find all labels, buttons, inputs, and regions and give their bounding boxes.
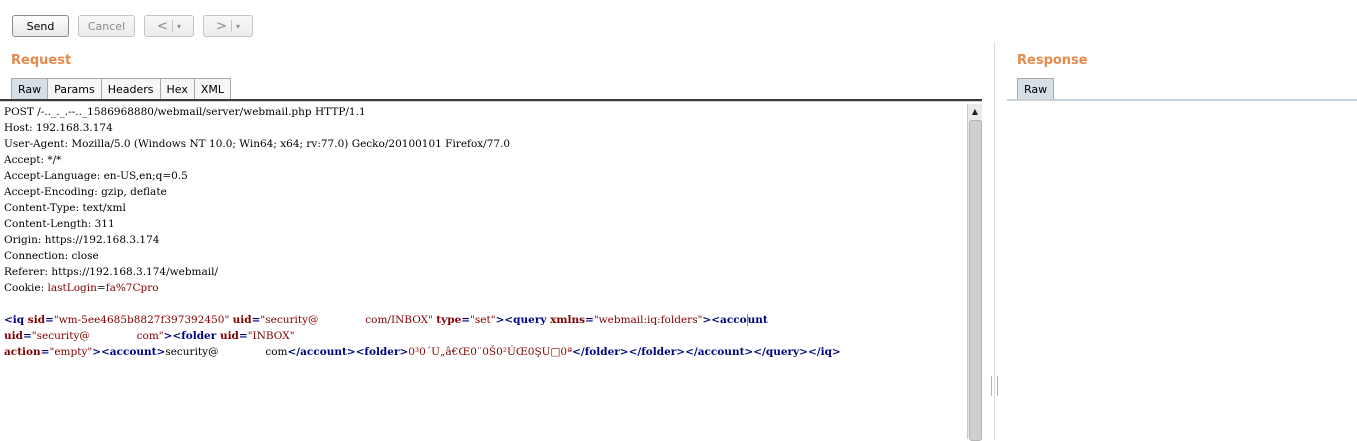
- xml-value: "set": [470, 314, 496, 326]
- xml-tag: ><acco: [702, 314, 747, 326]
- tab-params[interactable]: Params: [47, 78, 102, 99]
- xml-attr: sid: [27, 314, 46, 326]
- tab-response-raw[interactable]: Raw: [1017, 78, 1055, 99]
- request-tabs: Raw Params Headers Hex XML: [11, 78, 232, 99]
- xml-value: "webmail:iq:folders": [593, 314, 703, 326]
- tab-headers[interactable]: Headers: [100, 78, 161, 99]
- cancel-button[interactable]: Cancel: [78, 15, 135, 37]
- request-line: Origin: https://192.168.3.174: [4, 234, 160, 246]
- back-arrow-icon: <: [157, 18, 168, 34]
- button-separator: [171, 20, 173, 32]
- xml-value: "INBOX": [247, 330, 295, 342]
- xml-body-line: <iq sid="wm-5ee4685b8827f397392450" uid=…: [4, 312, 768, 328]
- xml-tag: <iq: [4, 314, 28, 326]
- back-button[interactable]: < ▾: [144, 15, 194, 37]
- xml-eq: =: [585, 314, 594, 326]
- request-line-cookie: Cookie: lastLogin=fa%7Cpro: [4, 280, 159, 296]
- xml-eq: =: [238, 330, 248, 342]
- xml-value: "wm-5ee4685b8827f397392450": [53, 314, 230, 326]
- request-scrollbar[interactable]: ▲: [967, 104, 982, 441]
- xml-eq: =: [461, 314, 471, 326]
- request-line: POST /-.._._.--.._1586968880/webmail/ser…: [4, 106, 366, 118]
- xml-attr: xmlns: [550, 314, 586, 326]
- scroll-thumb[interactable]: [969, 120, 982, 441]
- forward-button[interactable]: > ▾: [203, 15, 253, 37]
- cookie-label: Cookie:: [4, 282, 48, 294]
- request-line: User-Agent: Mozilla/5.0 (Windows NT 10.0…: [4, 138, 511, 150]
- xml-attr: uid: [4, 330, 23, 342]
- cookie-name: lastLogin: [47, 282, 97, 294]
- request-title: Request: [11, 53, 72, 68]
- scroll-up-icon[interactable]: ▲: [968, 104, 982, 118]
- request-line: Accept-Encoding: gzip, deflate: [4, 186, 167, 198]
- xml-value: "empty": [49, 346, 93, 358]
- request-line: Content-Length: 311: [4, 218, 115, 230]
- xml-text: 0³0´U„â€Œ0¨0Š0²ÚŒ0ŞU□0ª: [408, 346, 573, 358]
- tab-xml[interactable]: XML: [193, 78, 232, 99]
- send-button[interactable]: Send: [12, 15, 69, 37]
- chevron-down-icon[interactable]: ▾: [236, 22, 240, 31]
- request-line: Content-Type: text/xml: [4, 202, 126, 214]
- tab-hex[interactable]: Hex: [159, 78, 195, 99]
- xml-attr: action: [4, 346, 41, 358]
- xml-eq: =: [22, 330, 32, 342]
- xml-body-line: action="empty"><account>security@ com</a…: [4, 344, 841, 360]
- chevron-down-icon[interactable]: ▾: [177, 22, 181, 31]
- request-editor[interactable]: POST /-.._._.--.._1586968880/webmail/ser…: [0, 104, 966, 439]
- response-body[interactable]: [1007, 104, 1357, 439]
- xml-tag: ><query: [495, 314, 551, 326]
- xml-eq: =: [40, 346, 50, 358]
- xml-tag: ><account>: [92, 346, 166, 358]
- request-line: Host: 192.168.3.174: [4, 122, 113, 134]
- tab-underline: [0, 101, 982, 102]
- xml-attr: uid: [219, 330, 239, 342]
- xml-eq: =: [45, 314, 54, 326]
- divider-grip-icon[interactable]: [991, 376, 998, 396]
- tab-underline: [1007, 99, 1357, 101]
- xml-tag: ><folder: [163, 330, 220, 342]
- xml-value: "security@ com": [31, 330, 164, 342]
- xml-tag: </folder></folder></account></query></iq…: [572, 346, 841, 358]
- xml-attr: uid: [232, 314, 252, 326]
- xml-attr: type: [436, 314, 462, 326]
- request-line: Referer: https://192.168.3.174/webmail/: [4, 266, 219, 278]
- request-line: Accept-Language: en-US,en;q=0.5: [4, 170, 188, 182]
- tab-raw[interactable]: Raw: [11, 78, 49, 99]
- response-tabs: Raw: [1017, 78, 1055, 99]
- request-line: Accept: */*: [4, 154, 62, 166]
- xml-tag: unt: [747, 314, 768, 326]
- xml-text: security@ com: [165, 346, 288, 358]
- button-separator: [230, 20, 232, 32]
- request-line: Connection: close: [4, 250, 99, 262]
- cookie-value: fa%7Cpro: [105, 282, 159, 294]
- forward-arrow-icon: >: [216, 18, 227, 34]
- cookie-eq: =: [96, 282, 106, 294]
- response-title: Response: [1017, 53, 1088, 68]
- xml-value: "security@ com/INBOX": [260, 314, 433, 326]
- xml-tag: </account><folder>: [287, 346, 409, 358]
- xml-body-line: uid="security@ com"><folder uid="INBOX": [4, 328, 295, 344]
